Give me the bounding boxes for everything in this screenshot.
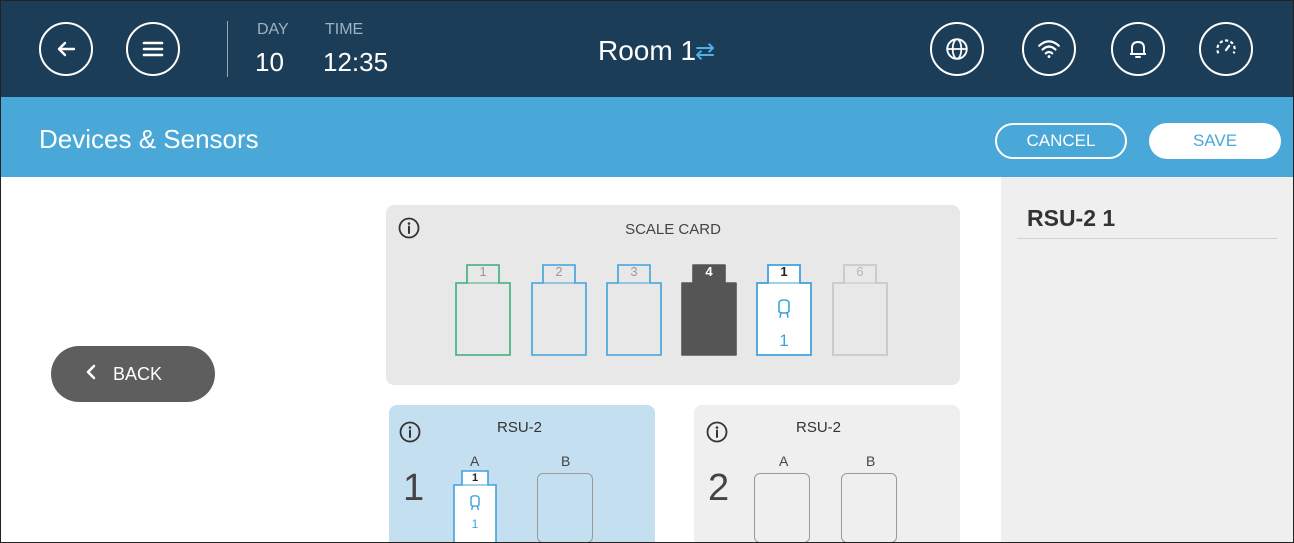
back-arrow-button[interactable] [39,22,93,76]
page-title: Devices & Sensors [39,124,259,154]
time-label: TIME [325,21,364,38]
slot-b-label: B [561,453,571,469]
top-bar: DAY 10 TIME 12:35 Room 1 ⇄ [1,1,1293,97]
wifi-icon [1038,40,1060,58]
scale-card-title: SCALE CARD [625,221,721,238]
rsu-card-name: RSU-2 [796,419,842,436]
scale-slot-4[interactable]: 4 [681,257,737,357]
save-button[interactable]: SAVE [1149,123,1281,159]
menu-button[interactable] [126,22,180,76]
slot-a-bottom-number: 1 [471,517,479,531]
slot-number: 1 [780,264,788,279]
rsu-slot-a[interactable]: 1 1 [453,467,497,542]
rsu-card-name: RSU-2 [497,419,543,436]
gauge-button[interactable] [1199,22,1253,76]
rsu-slot-b[interactable] [537,473,593,542]
info-icon[interactable] [399,421,421,443]
slot-a-top-number: 1 [471,472,479,484]
slot-a-label: A [779,453,789,469]
day-label: DAY [257,21,289,38]
back-button[interactable]: BACK [51,346,215,402]
alarm-button[interactable] [1111,22,1165,76]
rsu-slot-a[interactable] [754,473,810,542]
slot-number: 1 [479,264,487,279]
menu-icon [142,41,164,57]
back-button-label: BACK [113,363,163,384]
load-cell-icon [778,299,790,318]
globe-icon [946,38,968,60]
title-bar: Devices & Sensors CANCEL SAVE [1,97,1293,177]
slot-b-label: B [866,453,876,469]
app-frame: DAY 10 TIME 12:35 Room 1 ⇄ Devices & Sen… [0,0,1294,543]
load-cell-icon [470,495,480,511]
back-arrow-icon [57,41,76,57]
day-value: 10 [255,47,284,77]
rsu-card-2[interactable]: RSU-2 2 A B [694,405,960,542]
globe-button[interactable] [930,22,984,76]
details-divider [1017,238,1277,239]
gauge-icon [1216,39,1236,54]
time-value: 12:35 [323,47,389,77]
room-name[interactable]: Room 1 [598,35,696,67]
details-title: RSU-2 1 [1027,205,1116,231]
info-icon[interactable] [706,421,728,443]
slot-device-number: 1 [779,331,789,350]
slot-number: 4 [705,264,713,279]
slot-number: 2 [555,264,563,279]
cancel-button[interactable]: CANCEL [995,123,1127,159]
scale-slot-6: 6 [832,257,888,357]
slot-number: 6 [856,264,864,279]
scale-slot-5[interactable]: 1 1 [756,257,812,357]
bell-icon [1130,41,1146,58]
rsu-card-number: 1 [403,467,425,509]
scale-slot-1[interactable]: 1 [455,257,511,357]
details-panel: RSU-2 1 [1001,177,1293,542]
wifi-button[interactable] [1022,22,1076,76]
scale-slot-3[interactable]: 3 [606,257,662,357]
slot-number: 3 [630,264,638,279]
swap-arrows-icon[interactable]: ⇄ [695,37,715,66]
header-divider [227,21,228,77]
scale-card: SCALE CARD 1 2 3 4 1 1 6 [386,205,960,385]
chevron-left-icon [85,364,97,385]
scale-slot-2[interactable]: 2 [531,257,587,357]
rsu-card-number: 2 [708,467,730,509]
rsu-card-1[interactable]: RSU-2 1 A B 1 1 [389,405,655,542]
rsu-slot-b[interactable] [841,473,897,542]
